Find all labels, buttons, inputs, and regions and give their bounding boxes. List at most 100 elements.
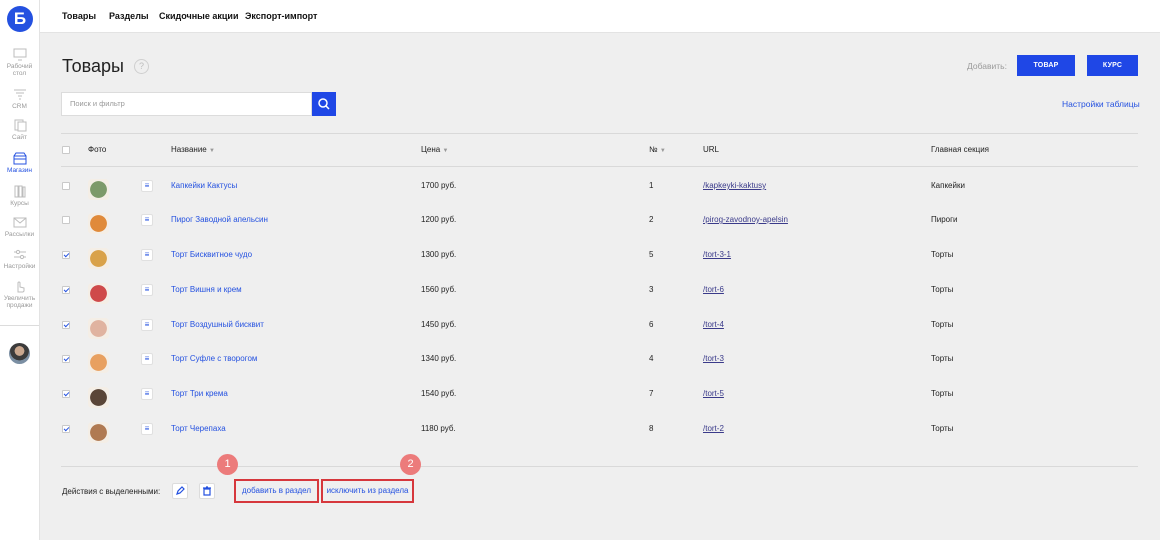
product-section: Пироги bbox=[931, 215, 958, 224]
column-header-label: Название bbox=[171, 145, 207, 154]
bulk-delete-button[interactable] bbox=[199, 483, 215, 499]
add-to-section-button[interactable]: добавить в раздел bbox=[234, 479, 319, 503]
topnav-products[interactable]: Товары bbox=[62, 11, 96, 21]
app-logo[interactable]: Б bbox=[7, 6, 33, 32]
product-url-link[interactable]: /tort-5 bbox=[703, 389, 724, 398]
sidebar: Б Рабочий стол CRM Сайт Магазин Курсы Ра… bbox=[0, 0, 40, 540]
product-section: Торты bbox=[931, 250, 954, 259]
product-name-link[interactable]: Торт Суфле с творогом bbox=[171, 354, 257, 363]
sort-icon: ▼ bbox=[442, 148, 449, 154]
product-price: 1180 руб. bbox=[421, 424, 456, 433]
page-title: Товары bbox=[62, 56, 124, 76]
sort-icon: ▼ bbox=[659, 148, 666, 154]
topnav-discounts[interactable]: Скидочные акции bbox=[159, 11, 238, 21]
row-menu-icon[interactable]: ≡ bbox=[141, 180, 153, 192]
product-url-link[interactable]: /tort-3-1 bbox=[703, 250, 731, 259]
product-thumbnail bbox=[88, 422, 109, 443]
product-number: 6 bbox=[649, 320, 654, 329]
column-header-main-section: Главная секция bbox=[931, 145, 990, 154]
row-checkbox[interactable] bbox=[62, 182, 70, 190]
sidebar-item-label: Курсы bbox=[10, 200, 29, 207]
row-menu-icon[interactable]: ≡ bbox=[141, 319, 153, 331]
row-menu-icon[interactable]: ≡ bbox=[141, 284, 153, 296]
column-header-price[interactable]: Цена ▼ bbox=[421, 145, 448, 154]
product-name-link[interactable]: Торт Черепаха bbox=[171, 424, 226, 433]
product-number: 2 bbox=[649, 215, 654, 224]
sidebar-divider bbox=[0, 325, 39, 326]
search-input[interactable]: Поиск и фильтр bbox=[61, 92, 312, 116]
row-checkbox[interactable] bbox=[62, 390, 70, 398]
product-price: 1340 руб. bbox=[421, 354, 457, 363]
row-checkbox[interactable] bbox=[62, 216, 70, 224]
product-price: 1540 руб. bbox=[421, 389, 457, 398]
callout-badge-1: 1 bbox=[217, 454, 238, 475]
add-course-button[interactable]: КУРС bbox=[1087, 55, 1138, 76]
topnav-export-import[interactable]: Экспорт-импорт bbox=[245, 11, 317, 21]
product-url-link[interactable]: /kapkeyki-kaktusy bbox=[703, 181, 766, 190]
pages-icon bbox=[14, 119, 26, 132]
product-number: 3 bbox=[649, 285, 654, 294]
courses-icon bbox=[14, 185, 25, 198]
product-price: 1450 руб. bbox=[421, 320, 457, 329]
table-settings-link[interactable]: Настройки таблицы bbox=[1062, 99, 1140, 109]
sidebar-item-desktop[interactable]: Рабочий стол bbox=[0, 48, 39, 77]
product-number: 7 bbox=[649, 389, 654, 398]
product-name-link[interactable]: Капкейки Кактусы bbox=[171, 181, 237, 190]
avatar[interactable] bbox=[9, 343, 30, 364]
product-name-link[interactable]: Торт Вишня и крем bbox=[171, 285, 242, 294]
sidebar-item-site[interactable]: Сайт bbox=[0, 119, 39, 141]
sidebar-item-label: Настройки bbox=[3, 263, 36, 270]
column-header-label: Цена bbox=[421, 145, 441, 154]
product-url-link[interactable]: /tort-4 bbox=[703, 320, 724, 329]
product-section: Торты bbox=[931, 320, 954, 329]
sidebar-item-shop[interactable]: Магазин bbox=[0, 152, 39, 174]
row-menu-icon[interactable]: ≡ bbox=[141, 353, 153, 365]
row-menu-icon[interactable]: ≡ bbox=[141, 423, 153, 435]
product-name-link[interactable]: Торт Бисквитное чудо bbox=[171, 250, 252, 259]
product-name-link[interactable]: Торт Три крема bbox=[171, 389, 228, 398]
search-button[interactable] bbox=[312, 92, 336, 116]
sidebar-item-courses[interactable]: Курсы bbox=[0, 185, 39, 207]
trash-icon bbox=[203, 486, 211, 496]
sidebar-item-label: Сайт bbox=[12, 134, 27, 141]
sidebar-item-crm[interactable]: CRM bbox=[0, 88, 39, 110]
row-menu-icon[interactable]: ≡ bbox=[141, 214, 153, 226]
product-section: Торты bbox=[931, 354, 954, 363]
column-header-photo: Фото bbox=[88, 145, 107, 154]
sidebar-item-increase-sales[interactable]: Увеличить продажи bbox=[0, 280, 39, 309]
remove-from-section-button[interactable]: исключить из раздела bbox=[321, 479, 414, 503]
help-icon[interactable]: ? bbox=[134, 59, 149, 74]
product-price: 1700 руб. bbox=[421, 181, 457, 190]
product-url-link[interactable]: /tort-6 bbox=[703, 285, 724, 294]
product-number: 1 bbox=[649, 181, 654, 190]
sidebar-item-settings[interactable]: Настройки bbox=[0, 248, 39, 270]
topnav-sections[interactable]: Разделы bbox=[109, 11, 149, 21]
product-section: Торты bbox=[931, 285, 954, 294]
search-icon bbox=[318, 98, 330, 110]
table-header-border bbox=[61, 166, 1138, 167]
product-url-link[interactable]: /pirog-zavodnoy-apelsin bbox=[703, 215, 788, 224]
row-checkbox[interactable] bbox=[62, 425, 70, 433]
shop-icon bbox=[13, 152, 26, 165]
row-checkbox[interactable] bbox=[62, 355, 70, 363]
product-name-link[interactable]: Пирог Заводной апельсин bbox=[171, 215, 268, 224]
add-product-button[interactable]: ТОВАР bbox=[1017, 55, 1075, 76]
row-menu-icon[interactable]: ≡ bbox=[141, 388, 153, 400]
product-name-link[interactable]: Торт Воздушный бисквит bbox=[171, 320, 264, 329]
row-menu-icon[interactable]: ≡ bbox=[141, 249, 153, 261]
row-checkbox[interactable] bbox=[62, 251, 70, 259]
product-thumbnail bbox=[88, 179, 109, 200]
column-header-number[interactable]: № ▼ bbox=[649, 145, 666, 154]
product-number: 4 bbox=[649, 354, 654, 363]
product-thumbnail bbox=[88, 318, 109, 339]
sort-icon: ▼ bbox=[208, 148, 215, 154]
row-checkbox[interactable] bbox=[62, 286, 70, 294]
product-url-link[interactable]: /tort-3 bbox=[703, 354, 724, 363]
select-all-checkbox[interactable] bbox=[62, 146, 70, 154]
bulk-edit-button[interactable] bbox=[172, 483, 188, 499]
product-number: 8 bbox=[649, 424, 654, 433]
sidebar-item-mailings[interactable]: Рассылки bbox=[0, 216, 39, 238]
product-url-link[interactable]: /tort-2 bbox=[703, 424, 724, 433]
row-checkbox[interactable] bbox=[62, 321, 70, 329]
column-header-name[interactable]: Название ▼ bbox=[171, 145, 215, 154]
